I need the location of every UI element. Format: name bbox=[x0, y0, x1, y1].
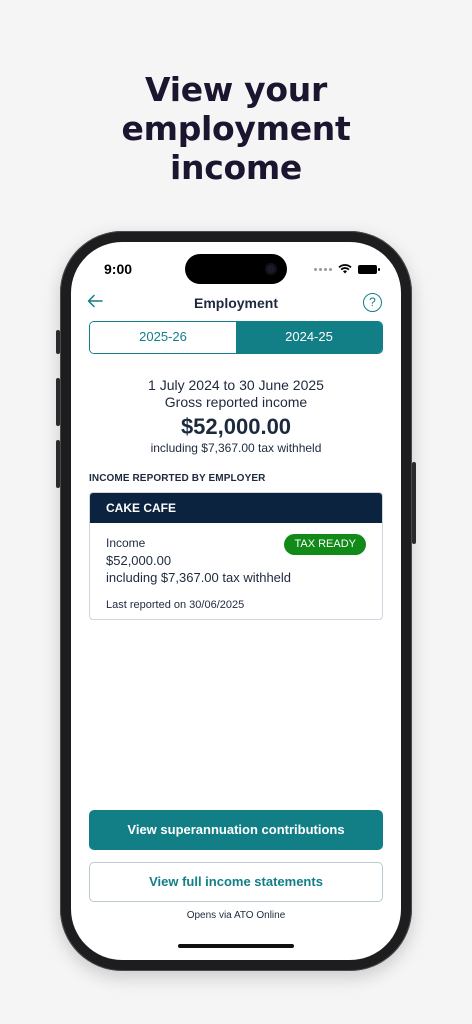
signal-icon bbox=[314, 267, 332, 271]
home-indicator[interactable] bbox=[178, 944, 294, 948]
section-heading: INCOME REPORTED BY EMPLOYER bbox=[89, 473, 266, 484]
phone-volume-up bbox=[56, 378, 60, 426]
income-tax-note: including $7,367.00 tax withheld bbox=[106, 570, 292, 585]
employer-name: CAKE CAFE bbox=[90, 493, 382, 523]
phone-power-button bbox=[412, 462, 416, 544]
marketing-headline: View your employment income bbox=[0, 70, 472, 187]
headline-line-2: employment bbox=[121, 109, 351, 148]
headline-line-1: View your bbox=[145, 70, 327, 109]
status-time: 9:00 bbox=[104, 261, 133, 277]
opens-note: Opens via ATO Online bbox=[186, 910, 286, 921]
gross-income-label: Gross reported income bbox=[164, 394, 308, 410]
phone-volume-down bbox=[56, 440, 60, 488]
status-icons bbox=[314, 264, 380, 274]
dynamic-island bbox=[185, 254, 287, 284]
year-tabs: 2025-26 2024-25 bbox=[89, 321, 383, 354]
page-title: Employment bbox=[193, 295, 278, 311]
view-statements-button[interactable]: View full income statements bbox=[89, 862, 383, 902]
last-reported: Last reported on 30/06/2025 bbox=[106, 599, 245, 611]
phone-side-button bbox=[56, 330, 60, 354]
nav-bar: Employment ? bbox=[71, 290, 401, 318]
view-super-button[interactable]: View superannuation contributions bbox=[89, 810, 383, 850]
battery-icon bbox=[358, 264, 380, 274]
help-icon[interactable]: ? bbox=[363, 293, 382, 312]
tab-2025-26[interactable]: 2025-26 bbox=[90, 322, 236, 353]
income-summary: 1 July 2024 to 30 June 2025 Gross report… bbox=[71, 377, 401, 455]
phone-screen: 9:00 Employment ? 2025-26 2024-25 1 July… bbox=[71, 242, 401, 960]
headline-line-3: income bbox=[169, 148, 302, 187]
gross-income-amount: $52,000.00 bbox=[180, 414, 292, 439]
employer-card-body: TAX READY Income $52,000.00 including $7… bbox=[90, 523, 382, 612]
tax-withheld-note: including $7,367.00 tax withheld bbox=[150, 441, 322, 455]
wifi-icon bbox=[338, 264, 352, 274]
camera-icon bbox=[265, 263, 277, 275]
tab-2024-25[interactable]: 2024-25 bbox=[236, 322, 382, 353]
employer-card[interactable]: CAKE CAFE TAX READY Income $52,000.00 in… bbox=[89, 492, 383, 620]
status-badge: TAX READY bbox=[284, 534, 366, 555]
income-period: 1 July 2024 to 30 June 2025 bbox=[148, 377, 324, 393]
